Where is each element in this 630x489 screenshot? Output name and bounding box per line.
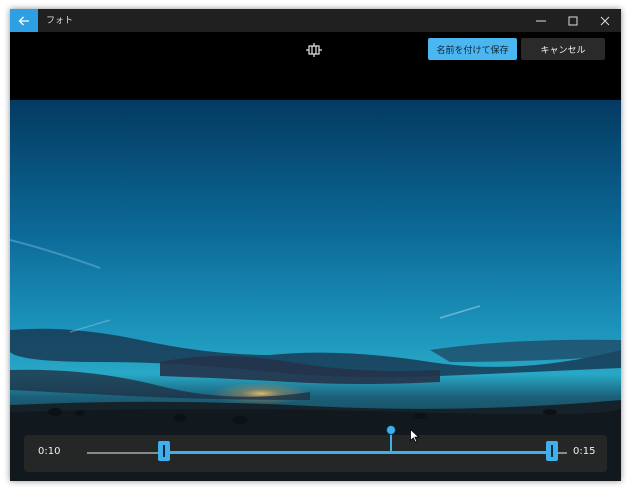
trim-timeline: 0:10 0:15 bbox=[24, 425, 607, 472]
cancel-button[interactable]: キャンセル bbox=[521, 38, 605, 60]
close-icon bbox=[600, 16, 610, 25]
back-button[interactable] bbox=[10, 9, 38, 32]
video-preview: 0:10 0:15 bbox=[10, 100, 621, 481]
start-time-label: 0:10 bbox=[38, 446, 61, 457]
maximize-button[interactable] bbox=[557, 9, 589, 32]
minimize-button[interactable] bbox=[525, 9, 557, 32]
photos-window: フォト 名前を付けて保存 キャンセル 0:10 0:15 bbox=[10, 9, 621, 481]
end-time-label: 0:15 bbox=[573, 446, 596, 457]
trim-start-handle[interactable] bbox=[158, 441, 170, 461]
save-as-button[interactable]: 名前を付けて保存 bbox=[428, 38, 517, 60]
landscape-image bbox=[10, 100, 621, 481]
maximize-icon bbox=[568, 16, 578, 25]
trim-icon[interactable] bbox=[306, 43, 322, 57]
mouse-cursor-icon bbox=[410, 429, 420, 443]
back-arrow-icon bbox=[18, 16, 29, 25]
app-title: フォト bbox=[46, 16, 74, 26]
minimize-icon bbox=[536, 20, 546, 21]
selected-range bbox=[164, 451, 552, 454]
title-bar: フォト bbox=[10, 9, 621, 32]
close-button[interactable] bbox=[589, 9, 621, 32]
trim-end-handle[interactable] bbox=[546, 441, 558, 461]
playhead-knob[interactable] bbox=[386, 425, 396, 435]
editor-toolbar: 名前を付けて保存 キャンセル bbox=[10, 32, 621, 100]
